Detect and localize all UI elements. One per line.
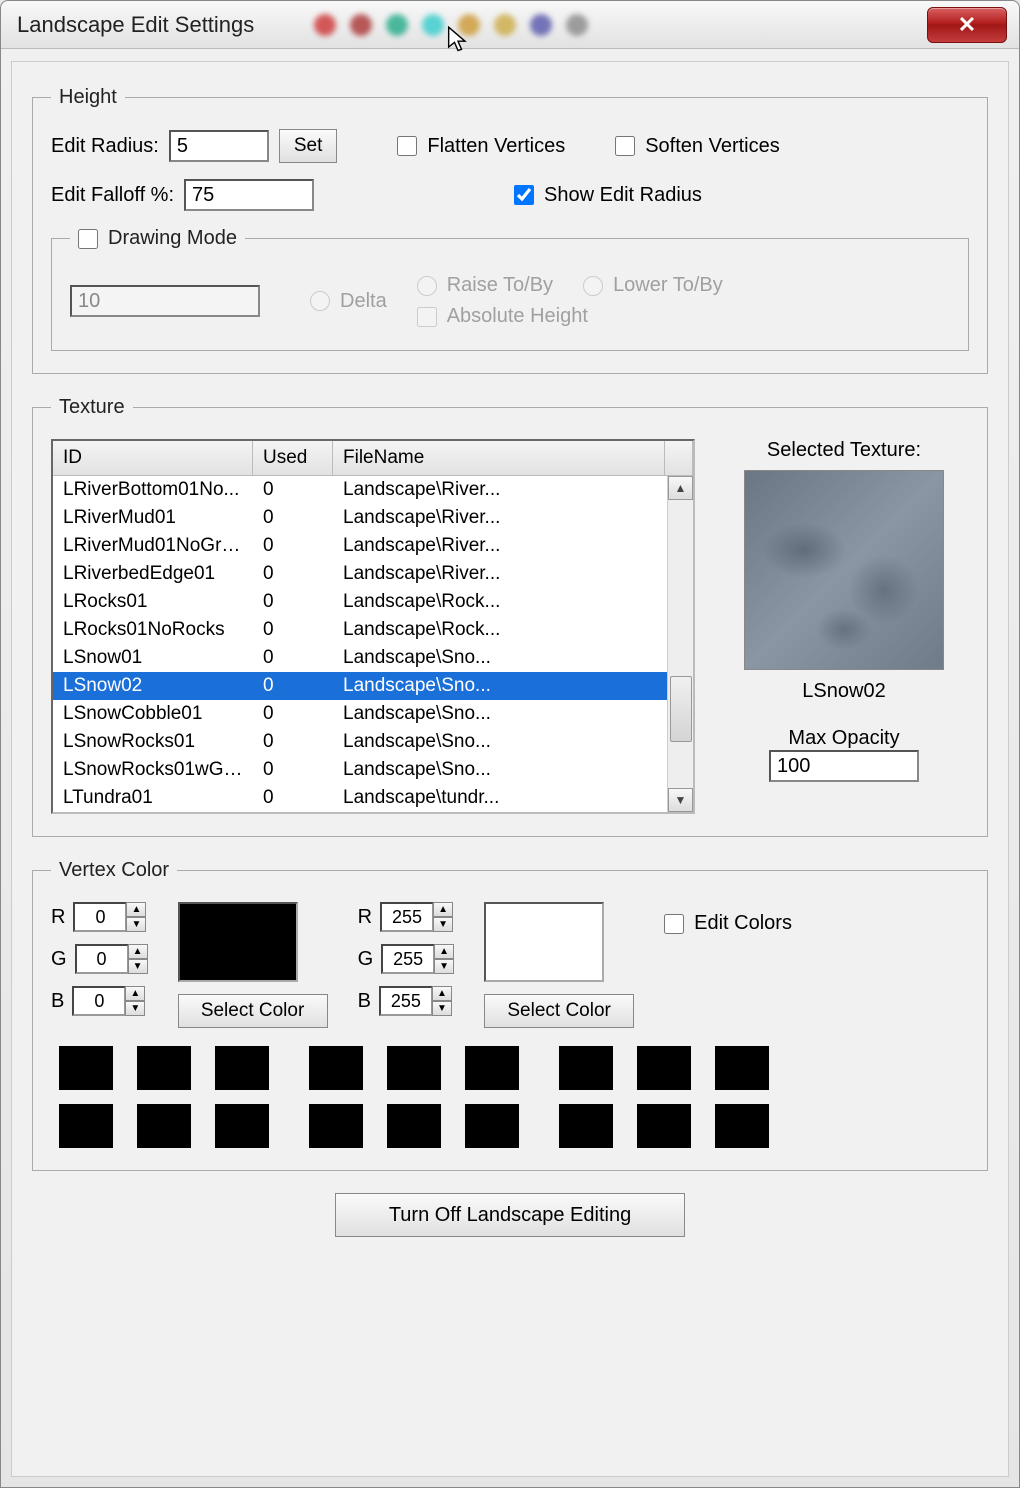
height-group: Height Edit Radius: Set Flatten Vertices… xyxy=(32,86,988,374)
max-opacity-label: Max Opacity xyxy=(719,727,969,750)
palette-row-2 xyxy=(51,1104,969,1148)
palette-swatch[interactable] xyxy=(215,1104,269,1148)
window: Landscape Edit Settings ✕ Height Edit Ra… xyxy=(0,0,1020,1488)
palette-swatch[interactable] xyxy=(637,1104,691,1148)
close-button[interactable]: ✕ xyxy=(927,7,1007,43)
color1-r-spinner[interactable]: ▲▼ xyxy=(73,902,146,932)
palette-swatch[interactable] xyxy=(559,1104,613,1148)
palette-swatch[interactable] xyxy=(387,1104,441,1148)
palette-swatch[interactable] xyxy=(559,1046,613,1090)
scroll-thumb[interactable] xyxy=(670,676,692,742)
palette-swatch[interactable] xyxy=(309,1104,363,1148)
vertex-color-legend: Vertex Color xyxy=(51,859,177,882)
edit-colors-checkbox[interactable]: Edit Colors xyxy=(664,912,792,935)
table-row[interactable]: LSnowRocks010Landscape\Sno... xyxy=(53,728,693,756)
window-title: Landscape Edit Settings xyxy=(17,12,254,38)
color1-swatch xyxy=(178,902,298,982)
soften-checkbox-input[interactable] xyxy=(615,136,635,156)
falloff-input[interactable] xyxy=(184,179,314,211)
titlebar: Landscape Edit Settings ✕ xyxy=(1,1,1019,49)
scroll-down-icon[interactable]: ▼ xyxy=(668,788,693,812)
palette-swatch[interactable] xyxy=(215,1046,269,1090)
drawing-mode-group: Drawing Mode Delta Raise To/By Lower To/… xyxy=(51,227,969,351)
palette-swatch[interactable] xyxy=(637,1046,691,1090)
texture-preview xyxy=(744,470,944,670)
absolute-checkbox: Absolute Height xyxy=(417,305,723,328)
texture-group: Texture ID Used FileName LRiverBottom01N… xyxy=(32,396,988,837)
col-id[interactable]: ID xyxy=(53,441,253,475)
texture-list[interactable]: ID Used FileName LRiverBottom01No...0Lan… xyxy=(51,439,695,814)
texture-list-header: ID Used FileName xyxy=(53,441,693,476)
falloff-label: Edit Falloff %: xyxy=(51,184,174,207)
texture-side: Selected Texture: LSnow02 Max Opacity xyxy=(719,439,969,814)
color1-column: R ▲▼ G ▲▼ B ▲▼ xyxy=(51,902,148,1016)
flatten-checkbox[interactable]: Flatten Vertices xyxy=(397,135,565,158)
palette-swatch[interactable] xyxy=(465,1104,519,1148)
palette-swatch[interactable] xyxy=(137,1104,191,1148)
table-row[interactable]: LSnowRocks01wGr...0Landscape\Sno... xyxy=(53,756,693,784)
palette-swatch[interactable] xyxy=(715,1104,769,1148)
table-row[interactable]: LRiverbedEdge010Landscape\River... xyxy=(53,560,693,588)
color2-column: R ▲▼ G ▲▼ B ▲▼ xyxy=(358,902,455,1016)
color2-g-spinner[interactable]: ▲▼ xyxy=(381,944,454,974)
table-row[interactable]: LTundra010Landscape\tundr... xyxy=(53,784,693,812)
scroll-up-icon[interactable]: ▲ xyxy=(668,476,693,500)
color2-r-spinner[interactable]: ▲▼ xyxy=(380,902,453,932)
palette-swatch[interactable] xyxy=(59,1046,113,1090)
drawing-value-input xyxy=(70,285,260,317)
drawing-mode-checkbox-input[interactable] xyxy=(78,229,98,249)
color2-swatch xyxy=(484,902,604,982)
selected-texture-name: LSnow02 xyxy=(719,680,969,703)
set-button[interactable]: Set xyxy=(279,129,338,163)
select-color1-button[interactable]: Select Color xyxy=(178,994,328,1028)
show-radius-checkbox-input[interactable] xyxy=(514,185,534,205)
palette-row-1 xyxy=(51,1046,969,1090)
palette-swatch[interactable] xyxy=(309,1046,363,1090)
color1-g-spinner[interactable]: ▲▼ xyxy=(75,944,148,974)
soften-checkbox[interactable]: Soften Vertices xyxy=(615,135,780,158)
palette-swatch[interactable] xyxy=(465,1046,519,1090)
palette-swatch[interactable] xyxy=(387,1046,441,1090)
selected-texture-label: Selected Texture: xyxy=(719,439,969,462)
drawing-mode-legend: Drawing Mode xyxy=(70,227,245,250)
col-file[interactable]: FileName xyxy=(333,441,665,475)
flatten-checkbox-input[interactable] xyxy=(397,136,417,156)
close-icon: ✕ xyxy=(958,12,976,38)
dialog-body: Height Edit Radius: Set Flatten Vertices… xyxy=(11,61,1009,1477)
show-radius-checkbox[interactable]: Show Edit Radius xyxy=(514,184,702,207)
palette-swatch[interactable] xyxy=(59,1104,113,1148)
raise-radio: Raise To/By xyxy=(417,274,553,297)
table-row[interactable]: LSnow020Landscape\Sno... xyxy=(53,672,693,700)
table-row[interactable]: LRocks01NoRocks0Landscape\Rock... xyxy=(53,616,693,644)
max-opacity-input[interactable] xyxy=(769,750,919,782)
drawing-mode-checkbox[interactable]: Drawing Mode xyxy=(78,227,237,250)
titlebar-blur xyxy=(314,14,927,36)
texture-legend: Texture xyxy=(51,396,133,419)
table-row[interactable]: LRiverBottom01No...0Landscape\River... xyxy=(53,476,693,504)
lower-radio: Lower To/By xyxy=(583,274,723,297)
turn-off-button[interactable]: Turn Off Landscape Editing xyxy=(335,1193,685,1237)
color1-b-spinner[interactable]: ▲▼ xyxy=(72,986,145,1016)
delta-radio: Delta xyxy=(310,290,387,313)
table-row[interactable]: LSnowCobble010Landscape\Sno... xyxy=(53,700,693,728)
table-row[interactable]: LRiverMud010Landscape\River... xyxy=(53,504,693,532)
table-row[interactable]: LSnow010Landscape\Sno... xyxy=(53,644,693,672)
select-color2-button[interactable]: Select Color xyxy=(484,994,634,1028)
texture-scrollbar[interactable]: ▲ ▼ xyxy=(667,476,693,812)
color2-b-spinner[interactable]: ▲▼ xyxy=(379,986,452,1016)
edit-radius-input[interactable] xyxy=(169,130,269,162)
texture-rows[interactable]: LRiverBottom01No...0Landscape\River...LR… xyxy=(53,476,693,812)
height-legend: Height xyxy=(51,86,125,109)
edit-radius-label: Edit Radius: xyxy=(51,135,159,158)
palette-swatch[interactable] xyxy=(715,1046,769,1090)
palette-swatch[interactable] xyxy=(137,1046,191,1090)
table-row[interactable]: LRiverMud01NoGra...0Landscape\River... xyxy=(53,532,693,560)
table-row[interactable]: LRocks010Landscape\Rock... xyxy=(53,588,693,616)
col-used[interactable]: Used xyxy=(253,441,333,475)
vertex-color-group: Vertex Color R ▲▼ G ▲▼ B ▲▼ Select Color… xyxy=(32,859,988,1171)
